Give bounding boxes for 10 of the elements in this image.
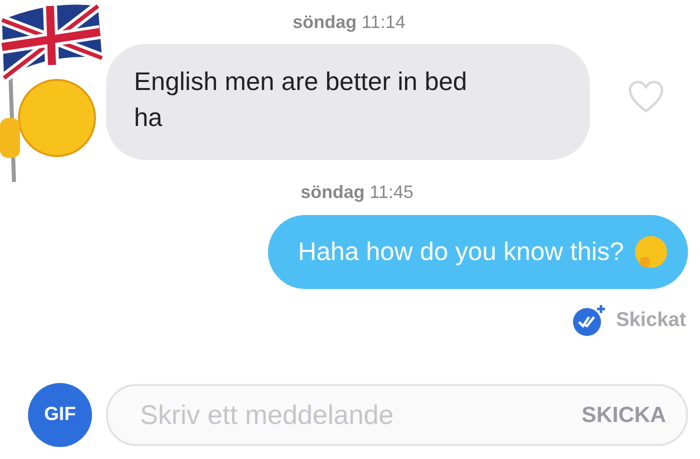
timestamp: söndag 11:45	[300, 182, 414, 202]
message-text: Haha how do you know this?	[298, 237, 624, 268]
send-button[interactable]: SKICKA	[582, 402, 666, 428]
emoji-icon	[634, 235, 668, 269]
sent-status: Skickat	[616, 308, 686, 332]
double-check-icon	[572, 303, 608, 337]
message-bubble: English men are better in bed ha	[106, 44, 590, 160]
timestamp: söndag 11:14	[292, 12, 406, 32]
gif-button[interactable]: GIF	[28, 383, 92, 447]
heart-icon[interactable]	[628, 80, 664, 114]
